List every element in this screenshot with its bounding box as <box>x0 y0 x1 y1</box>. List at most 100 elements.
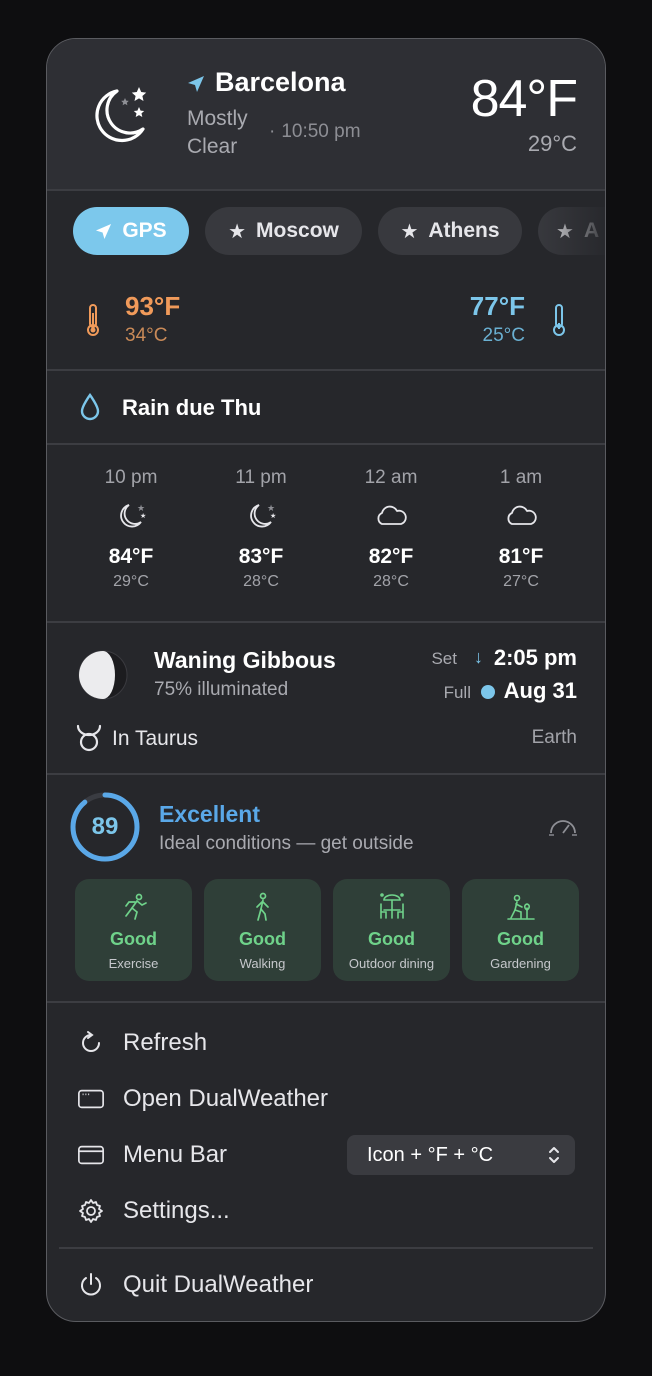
power-icon <box>77 1272 105 1298</box>
activity-card-outdoor-dining[interactable]: Good Outdoor dining <box>333 879 450 981</box>
moon-illumination: 75% illuminated <box>154 679 289 700</box>
select-value: Icon + °F + °C <box>367 1143 494 1166</box>
menu-label: Settings... <box>123 1197 230 1224</box>
chevron-updown-icon <box>549 1147 559 1163</box>
condition-text: Mostly Clear <box>187 107 248 158</box>
moon-phase-name: Waning Gibbous <box>154 647 336 673</box>
menubar-format-select[interactable]: Icon + °F + °C <box>347 1135 575 1175</box>
thermometer-hot-icon <box>87 304 99 336</box>
location-arrow-icon <box>188 76 204 92</box>
walking-icon <box>204 887 321 927</box>
low-temp-c: 25°C <box>482 325 525 346</box>
raindrop-icon <box>80 393 100 421</box>
hour-label: 1 am <box>499 467 543 488</box>
high-temp-f: 93°F <box>125 291 181 321</box>
weather-popover: Barcelona Mostly Clear · 10:50 pm 84°F 29… <box>46 38 606 1322</box>
chips-fade-overlay <box>537 207 605 255</box>
running-icon <box>75 887 192 927</box>
hour-column: 10 pm ★ ★ 84°F 29°C <box>76 467 186 591</box>
outdoor-dining-icon <box>333 887 450 927</box>
open-app-menu-item[interactable]: Open DualWeather <box>77 1085 328 1113</box>
chip-label: GPS <box>122 219 167 242</box>
city-name: Barcelona <box>215 67 346 97</box>
score-rating: Excellent <box>159 801 260 827</box>
cloud-icon <box>466 493 576 539</box>
moon-reference: Earth <box>531 727 577 748</box>
menu-bar-menu-item: Menu Bar <box>77 1141 227 1169</box>
rain-text: Rain due Thu <box>122 395 262 420</box>
quit-menu-item[interactable]: Quit DualWeather <box>77 1271 313 1299</box>
location-chips: GPS ★ Moscow ★ Athens ★ A <box>47 191 605 271</box>
moon-stars-icon <box>95 87 147 143</box>
hour-column: 1 am 81°F 27°C <box>466 467 576 591</box>
activity-rating: Good <box>368 929 415 949</box>
moonset-label: Set <box>431 649 457 668</box>
settings-menu-item[interactable]: Settings... <box>77 1197 230 1225</box>
svg-text:★: ★ <box>270 512 276 520</box>
current-temp-c: 29°C <box>527 131 577 156</box>
moon-zodiac: In Taurus <box>112 727 198 750</box>
menubar-icon <box>77 1143 105 1167</box>
gauge-icon[interactable] <box>547 815 579 837</box>
full-moon-dot-icon <box>481 685 495 699</box>
time-value: 10:50 pm <box>281 121 361 142</box>
menu-label: Menu Bar <box>123 1141 228 1168</box>
hour-label: 12 am <box>364 467 418 488</box>
window-icon <box>77 1087 105 1111</box>
star-icon: ★ <box>400 220 419 243</box>
current-temp-f: 84°F <box>470 70 578 128</box>
activity-name: Walking <box>239 956 286 971</box>
time-separator: · <box>269 121 276 142</box>
activity-rating: Good <box>110 929 157 949</box>
hour-temp-f: 82°F <box>368 545 414 568</box>
chip-label: Athens <box>428 219 500 242</box>
moon-phase-section: Waning Gibbous 75% illuminated Set ↓ 2:0… <box>47 623 605 773</box>
hour-temp-f: 84°F <box>108 545 154 568</box>
rain-forecast: Rain due Thu <box>47 371 605 441</box>
divider <box>59 1247 593 1249</box>
activity-card-gardening[interactable]: Good Gardening <box>462 879 579 981</box>
score-value: 89 <box>91 813 119 840</box>
moon-stars-icon: ★ ★ <box>76 493 186 539</box>
hour-temp-c: 27°C <box>503 573 539 590</box>
hour-label: 11 pm <box>235 467 287 488</box>
star-icon: ★ <box>228 220 247 243</box>
current-conditions-header: Barcelona Mostly Clear · 10:50 pm 84°F 29… <box>47 39 605 189</box>
hour-temp-c: 28°C <box>243 573 279 590</box>
hour-temp-c: 28°C <box>373 573 409 590</box>
high-temp-c: 34°C <box>125 325 168 346</box>
hour-column: 11 pm ★ ★ 83°F 28°C <box>206 467 316 591</box>
full-moon-date: Aug 31 <box>503 678 577 703</box>
cloud-icon <box>336 493 446 539</box>
outdoor-score-section: 89 Excellent Ideal conditions — get outs… <box>47 775 605 1001</box>
moon-stars-icon: ★ ★ <box>206 493 316 539</box>
score-description: Ideal conditions — get outside <box>159 833 414 854</box>
taurus-icon <box>76 724 102 752</box>
activity-card-exercise[interactable]: Good Exercise <box>75 879 192 981</box>
refresh-menu-item[interactable]: Refresh <box>77 1029 207 1057</box>
refresh-icon <box>77 1030 105 1056</box>
hour-temp-f: 83°F <box>238 545 284 568</box>
high-low-temps: 93°F 34°C 77°F 25°C <box>47 271 605 367</box>
menu-label: Refresh <box>123 1029 208 1056</box>
chip-moscow[interactable]: ★ Moscow <box>205 207 362 255</box>
chip-gps[interactable]: GPS <box>73 207 189 255</box>
moon-phase-icon <box>78 650 128 700</box>
hour-label: 10 pm <box>104 467 158 488</box>
hour-temp-c: 29°C <box>113 573 149 590</box>
activity-name: Exercise <box>108 956 159 971</box>
gear-icon <box>77 1198 105 1224</box>
hour-column: 12 am 82°F 28°C <box>336 467 446 591</box>
activity-rating: Good <box>497 929 544 949</box>
location-arrow-icon <box>96 223 112 239</box>
gardening-icon <box>462 887 579 927</box>
svg-text:★: ★ <box>140 512 146 520</box>
chip-athens[interactable]: ★ Athens <box>378 207 522 255</box>
full-moon-label: Full <box>443 683 471 702</box>
local-time: · 10:50 pm <box>269 121 361 143</box>
activity-rating: Good <box>239 929 286 949</box>
activity-card-walking[interactable]: Good Walking <box>204 879 321 981</box>
menu-label: Quit DualWeather <box>123 1271 314 1298</box>
hourly-forecast: 10 pm ★ ★ 84°F 29°C 11 pm ★ ★ 83°F 28°C 12… <box>47 445 605 621</box>
menu-section: Refresh Open DualWeather Menu Bar Icon +… <box>47 1003 605 1321</box>
